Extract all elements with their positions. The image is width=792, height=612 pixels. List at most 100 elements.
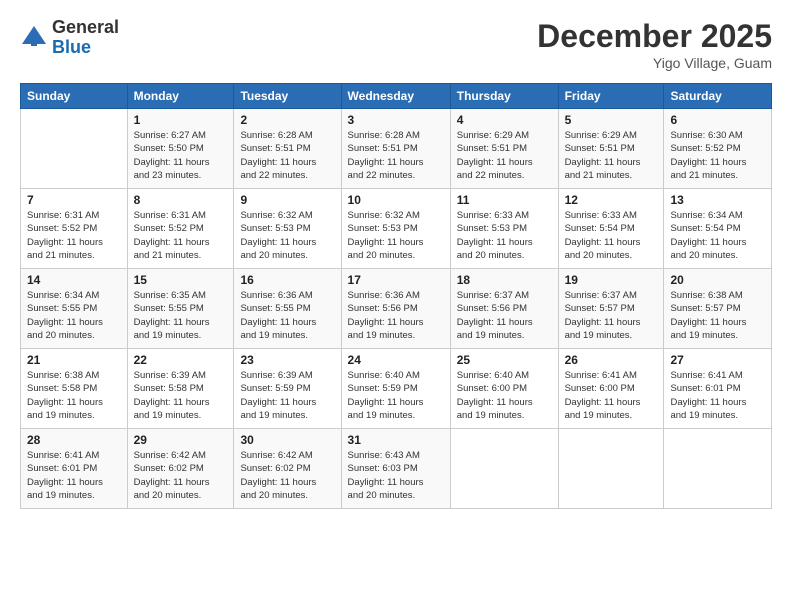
day-number: 31 [348,433,444,447]
week-row-5: 28 Sunrise: 6:41 AMSunset: 6:01 PMDayligh… [21,429,772,509]
day-number: 23 [240,353,334,367]
day-info: Sunrise: 6:39 AMSunset: 5:58 PMDaylight:… [134,369,228,422]
day-info: Sunrise: 6:27 AMSunset: 5:50 PMDaylight:… [134,129,228,182]
logo: General Blue [20,18,119,58]
calendar-cell: 23 Sunrise: 6:39 AMSunset: 5:59 PMDayligh… [234,349,341,429]
calendar-cell: 14 Sunrise: 6:34 AMSunset: 5:55 PMDayligh… [21,269,128,349]
day-info: Sunrise: 6:40 AMSunset: 6:00 PMDaylight:… [457,369,552,422]
header-monday: Monday [127,84,234,109]
calendar-cell: 2 Sunrise: 6:28 AMSunset: 5:51 PMDaylight… [234,109,341,189]
logo-text: General Blue [52,18,119,58]
day-info: Sunrise: 6:41 AMSunset: 6:01 PMDaylight:… [670,369,765,422]
day-number: 20 [670,273,765,287]
calendar-cell [21,109,128,189]
day-number: 13 [670,193,765,207]
day-info: Sunrise: 6:38 AMSunset: 5:57 PMDaylight:… [670,289,765,342]
header-saturday: Saturday [664,84,772,109]
calendar-cell: 7 Sunrise: 6:31 AMSunset: 5:52 PMDaylight… [21,189,128,269]
logo-icon [20,24,48,52]
day-number: 7 [27,193,121,207]
day-info: Sunrise: 6:29 AMSunset: 5:51 PMDaylight:… [565,129,658,182]
logo-general: General [52,18,119,38]
calendar-cell: 3Sunrise: 6:28 AMSunset: 5:51 PMDaylight… [341,109,450,189]
day-number: 6 [670,113,765,127]
day-number: 5 [565,113,658,127]
calendar-cell: 25 Sunrise: 6:40 AMSunset: 6:00 PMDayligh… [450,349,558,429]
week-row-3: 14 Sunrise: 6:34 AMSunset: 5:55 PMDayligh… [21,269,772,349]
day-number: 12 [565,193,658,207]
calendar-cell: 12 Sunrise: 6:33 AMSunset: 5:54 PMDayligh… [558,189,664,269]
calendar-cell: 9 Sunrise: 6:32 AMSunset: 5:53 PMDaylight… [234,189,341,269]
title-block: December 2025 Yigo Village, Guam [537,18,772,71]
day-info: Sunrise: 6:41 AMSunset: 6:01 PMDaylight:… [27,449,121,502]
day-number: 9 [240,193,334,207]
calendar-cell: 1 Sunrise: 6:27 AMSunset: 5:50 PMDaylight… [127,109,234,189]
day-info: Sunrise: 6:33 AMSunset: 5:53 PMDaylight:… [457,209,552,262]
calendar-cell: 19 Sunrise: 6:37 AMSunset: 5:57 PMDayligh… [558,269,664,349]
day-number: 24 [348,353,444,367]
header-wednesday: Wednesday [341,84,450,109]
day-info: Sunrise: 6:31 AMSunset: 5:52 PMDaylight:… [27,209,121,262]
day-info: Sunrise: 6:42 AMSunset: 6:02 PMDaylight:… [134,449,228,502]
week-row-2: 7 Sunrise: 6:31 AMSunset: 5:52 PMDaylight… [21,189,772,269]
calendar-cell: 4 Sunrise: 6:29 AMSunset: 5:51 PMDaylight… [450,109,558,189]
location: Yigo Village, Guam [537,55,772,71]
day-info: Sunrise: 6:37 AMSunset: 5:57 PMDaylight:… [565,289,658,342]
week-row-4: 21 Sunrise: 6:38 AMSunset: 5:58 PMDayligh… [21,349,772,429]
day-info: Sunrise: 6:28 AMSunset: 5:51 PMDaylight:… [240,129,334,182]
day-info: Sunrise: 6:37 AMSunset: 5:56 PMDaylight:… [457,289,552,342]
day-number: 30 [240,433,334,447]
day-number: 28 [27,433,121,447]
header-friday: Friday [558,84,664,109]
day-number: 19 [565,273,658,287]
day-info: Sunrise: 6:30 AMSunset: 5:52 PMDaylight:… [670,129,765,182]
header-row: SundayMondayTuesdayWednesdayThursdayFrid… [21,84,772,109]
day-info: Sunrise: 6:33 AMSunset: 5:54 PMDaylight:… [565,209,658,262]
calendar-cell: 18Sunrise: 6:37 AMSunset: 5:56 PMDayligh… [450,269,558,349]
calendar-cell: 8 Sunrise: 6:31 AMSunset: 5:52 PMDaylight… [127,189,234,269]
day-number: 1 [134,113,228,127]
day-info: Sunrise: 6:31 AMSunset: 5:52 PMDaylight:… [134,209,228,262]
day-info: Sunrise: 6:40 AMSunset: 5:59 PMDaylight:… [348,369,444,422]
day-number: 25 [457,353,552,367]
page: General Blue December 2025 Yigo Village,… [0,0,792,519]
day-info: Sunrise: 6:39 AMSunset: 5:59 PMDaylight:… [240,369,334,422]
day-number: 14 [27,273,121,287]
header-thursday: Thursday [450,84,558,109]
header-tuesday: Tuesday [234,84,341,109]
day-number: 16 [240,273,334,287]
day-number: 2 [240,113,334,127]
calendar-cell: 15 Sunrise: 6:35 AMSunset: 5:55 PMDayligh… [127,269,234,349]
calendar-cell: 28 Sunrise: 6:41 AMSunset: 6:01 PMDayligh… [21,429,128,509]
calendar-cell: 27Sunrise: 6:41 AMSunset: 6:01 PMDayligh… [664,349,772,429]
day-number: 22 [134,353,228,367]
calendar-cell: 10Sunrise: 6:32 AMSunset: 5:53 PMDayligh… [341,189,450,269]
calendar-cell: 13 Sunrise: 6:34 AMSunset: 5:54 PMDayligh… [664,189,772,269]
calendar-cell: 20 Sunrise: 6:38 AMSunset: 5:57 PMDayligh… [664,269,772,349]
header-sunday: Sunday [21,84,128,109]
calendar-cell: 11 Sunrise: 6:33 AMSunset: 5:53 PMDayligh… [450,189,558,269]
calendar-cell: 17Sunrise: 6:36 AMSunset: 5:56 PMDayligh… [341,269,450,349]
day-number: 8 [134,193,228,207]
day-info: Sunrise: 6:38 AMSunset: 5:58 PMDaylight:… [27,369,121,422]
day-number: 4 [457,113,552,127]
day-number: 21 [27,353,121,367]
day-number: 26 [565,353,658,367]
week-row-1: 1 Sunrise: 6:27 AMSunset: 5:50 PMDaylight… [21,109,772,189]
calendar-table: SundayMondayTuesdayWednesdayThursdayFrid… [20,83,772,509]
day-number: 11 [457,193,552,207]
day-info: Sunrise: 6:29 AMSunset: 5:51 PMDaylight:… [457,129,552,182]
calendar-cell: 5 Sunrise: 6:29 AMSunset: 5:51 PMDaylight… [558,109,664,189]
calendar-cell [664,429,772,509]
day-info: Sunrise: 6:34 AMSunset: 5:55 PMDaylight:… [27,289,121,342]
day-number: 10 [348,193,444,207]
day-info: Sunrise: 6:36 AMSunset: 5:55 PMDaylight:… [240,289,334,342]
day-number: 29 [134,433,228,447]
day-number: 15 [134,273,228,287]
day-info: Sunrise: 6:35 AMSunset: 5:55 PMDaylight:… [134,289,228,342]
day-info: Sunrise: 6:32 AMSunset: 5:53 PMDaylight:… [240,209,334,262]
calendar-cell: 31Sunrise: 6:43 AMSunset: 6:03 PMDayligh… [341,429,450,509]
day-info: Sunrise: 6:34 AMSunset: 5:54 PMDaylight:… [670,209,765,262]
calendar-cell [558,429,664,509]
day-number: 17 [348,273,444,287]
